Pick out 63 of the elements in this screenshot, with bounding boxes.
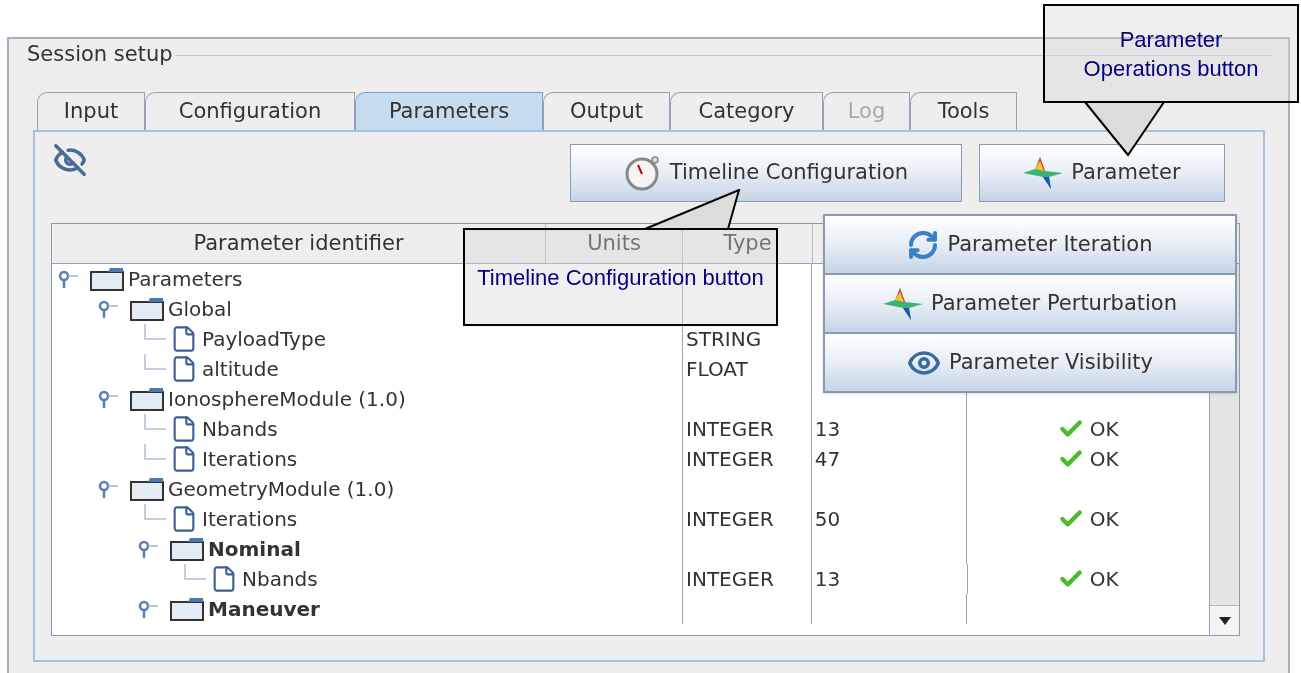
- folder-icon: [170, 597, 204, 621]
- tab[interactable]: Parameters: [355, 92, 543, 130]
- column-header[interactable]: Parameter identifier: [52, 224, 546, 263]
- callout-tooltip: Parameter Operations button: [1043, 4, 1299, 103]
- tree-line: [144, 354, 166, 370]
- parameter-button[interactable]: Parameter: [979, 143, 1225, 202]
- tree-node-label[interactable]: IonosphereModule (1.0): [168, 384, 406, 414]
- type-cell: STRING: [682, 324, 812, 354]
- status-cell-text: OK: [1089, 506, 1119, 533]
- tree-line: [144, 414, 166, 430]
- type-cell: FLOAT: [682, 354, 812, 384]
- hidden-eye-icon[interactable]: [53, 142, 87, 177]
- menu-item[interactable]: Parameter Visibility: [824, 333, 1236, 392]
- tree-node-label[interactable]: altitude: [202, 354, 279, 384]
- tree-handle-icon[interactable]: [138, 539, 160, 559]
- tree-line: [184, 564, 206, 580]
- folder-icon: [90, 267, 124, 291]
- tab[interactable]: Tools: [910, 92, 1017, 130]
- tree-node-label[interactable]: PayloadType: [202, 324, 326, 354]
- tree-handle-icon[interactable]: [98, 389, 120, 409]
- stopwatch-icon: [623, 153, 662, 192]
- tree-node-label[interactable]: Nominal: [208, 534, 301, 564]
- down-arrow-icon: [1218, 616, 1231, 625]
- folder-icon: [130, 297, 164, 321]
- type-cell: INTEGER: [682, 414, 812, 444]
- tree-node-label[interactable]: Iterations: [202, 504, 298, 534]
- folder-icon: [130, 387, 164, 411]
- timeline-configuration-button[interactable]: Timeline Configuration: [570, 143, 962, 202]
- tree-node-label[interactable]: Nbands: [202, 414, 278, 444]
- tree-handle-icon[interactable]: [58, 269, 80, 289]
- status-cell-text: OK: [1089, 416, 1119, 443]
- value-cell: 13: [811, 414, 968, 444]
- tree-line: [144, 324, 166, 340]
- status-cell-text: OK: [1089, 566, 1119, 593]
- tab[interactable]: Output: [543, 92, 670, 130]
- refresh-icon: [907, 228, 940, 261]
- value-cell: 13: [811, 564, 968, 594]
- tree-node-label[interactable]: Parameters: [128, 264, 243, 294]
- status-cell-text: OK: [1089, 446, 1119, 473]
- tree-node-label[interactable]: GeometryModule (1.0): [168, 474, 395, 504]
- value-cell: 50: [811, 504, 968, 534]
- type-cell: INTEGER: [682, 444, 812, 474]
- tab[interactable]: Category: [670, 92, 823, 130]
- scroll-down-button[interactable]: [1210, 605, 1239, 635]
- folder-icon: [170, 537, 204, 561]
- type-cell: INTEGER: [682, 504, 812, 534]
- value-cell: 47: [811, 444, 968, 474]
- menu-item[interactable]: Parameter Perturbation: [824, 274, 1236, 333]
- tree-handle-icon[interactable]: [98, 479, 120, 499]
- tab[interactable]: Input: [37, 92, 145, 130]
- menu-item[interactable]: Parameter Iteration: [824, 215, 1236, 274]
- folder-icon: [130, 477, 164, 501]
- tree-node-label[interactable]: Global: [168, 294, 232, 324]
- tree-handle-icon[interactable]: [98, 299, 120, 319]
- type-cell: INTEGER: [682, 564, 812, 594]
- tree-line: [144, 444, 166, 460]
- group-title: Session setup: [26, 41, 174, 69]
- tree-handle-icon[interactable]: [138, 599, 160, 619]
- tree-node-label[interactable]: Iterations: [202, 444, 298, 474]
- tree-line: [144, 504, 166, 520]
- tree-node-label[interactable]: Nbands: [242, 564, 318, 594]
- tab[interactable]: Configuration: [145, 92, 355, 130]
- tree-node-label[interactable]: Maneuver: [208, 594, 320, 624]
